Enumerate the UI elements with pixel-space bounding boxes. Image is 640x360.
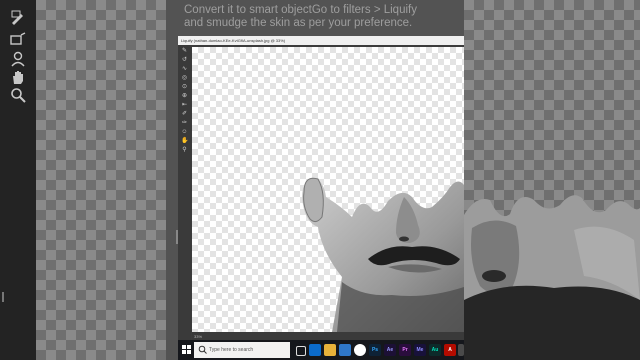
task-view-icon[interactable] <box>296 346 306 356</box>
pucker-tool-icon[interactable]: ⊙ <box>181 84 188 91</box>
tutorial-panel: Convert it to smart objectGo to filters … <box>166 0 464 360</box>
start-button[interactable] <box>178 340 194 360</box>
zoom-tool-icon-small[interactable]: ⚲ <box>181 147 188 154</box>
media-encoder-icon[interactable]: Me <box>414 344 426 356</box>
face-photo <box>302 177 464 332</box>
face-tool-icon[interactable]: ☺ <box>181 129 188 136</box>
panel-resize-handle[interactable] <box>2 292 4 302</box>
photoshop-icon[interactable]: Ps <box>369 344 381 356</box>
windows-logo-icon <box>182 345 191 354</box>
liquify-preview-canvas[interactable] <box>192 47 464 332</box>
twirl-tool-icon[interactable]: ◎ <box>181 75 188 82</box>
push-left-tool-icon[interactable]: ⇤ <box>181 102 188 109</box>
smooth-tool-icon[interactable]: ∿ <box>181 66 188 73</box>
premiere-icon[interactable]: Pr <box>399 344 411 356</box>
audition-icon[interactable]: Au <box>429 344 441 356</box>
instruction-line-2: and smudge the skin as per your preferen… <box>184 17 413 29</box>
paint-bucket-tool-icon[interactable] <box>9 30 27 48</box>
thaw-mask-tool-icon[interactable]: ✑ <box>181 120 188 127</box>
search-icon <box>198 345 207 354</box>
instruction-line-1: Convert it to smart objectGo to filters … <box>184 4 417 16</box>
forward-warp-tool-icon[interactable]: ✎ <box>181 48 188 55</box>
extra-app-icon[interactable] <box>458 344 464 356</box>
windows-taskbar: Type here to search Ps Ae Pr Me Au A <box>178 340 464 360</box>
hand-tool-icon[interactable] <box>9 68 27 86</box>
photoshop-tools-panel <box>0 0 37 360</box>
liquify-tools-bar: ✎ ↺ ∿ ◎ ⊙ ⊕ ⇤ ✐ ✑ ☺ ✋ ⚲ <box>178 45 191 345</box>
face-closeup <box>464 195 640 360</box>
document-canvas-left <box>36 0 166 360</box>
reconstruct-tool-icon[interactable]: ↺ <box>181 57 188 64</box>
hand-tool-icon-small[interactable]: ✋ <box>181 138 188 145</box>
mail-icon[interactable] <box>339 344 351 356</box>
after-effects-icon[interactable]: Ae <box>384 344 396 356</box>
liquify-dialog: Liquify (nathan-dumlao-KEe-KvtGfIA-unspl… <box>178 36 464 360</box>
panel-scroll-handle[interactable] <box>176 230 178 244</box>
acrobat-icon[interactable]: A <box>444 344 456 356</box>
freeze-mask-tool-icon[interactable]: ✐ <box>181 111 188 118</box>
liquify-title: Liquify (nathan-dumlao-KEe-KvtGfIA-unspl… <box>178 36 464 45</box>
edge-icon[interactable] <box>309 344 321 356</box>
chrome-icon[interactable] <box>354 344 366 356</box>
instruction-text: Convert it to smart objectGo to filters … <box>184 4 460 30</box>
bloat-tool-icon[interactable]: ⊕ <box>181 93 188 100</box>
file-explorer-icon[interactable] <box>324 344 336 356</box>
search-placeholder: Type here to search <box>209 347 254 353</box>
person-tool-icon[interactable] <box>9 50 27 68</box>
zoom-tool-icon[interactable] <box>9 86 27 104</box>
taskbar-search-box[interactable]: Type here to search <box>194 342 290 358</box>
smudge-tool-icon[interactable] <box>9 8 27 26</box>
document-canvas-right <box>464 0 640 360</box>
